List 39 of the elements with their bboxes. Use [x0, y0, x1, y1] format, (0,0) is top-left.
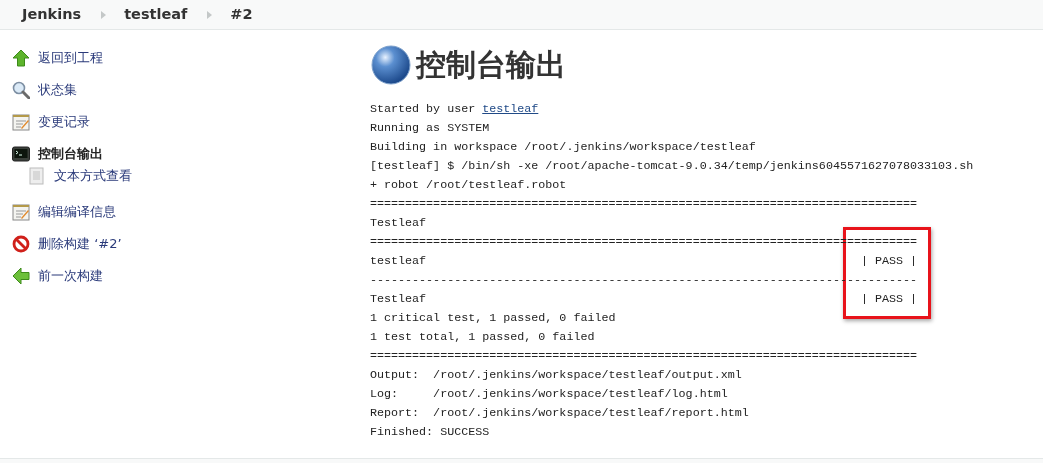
- up-arrow-icon: [12, 49, 30, 67]
- page-title: 控制台输出: [416, 47, 566, 83]
- no-entry-icon: [12, 235, 30, 253]
- console-line: Log: /root/.jenkins/workspace/testleaf/log.html: [370, 386, 729, 403]
- console-line: 1 test total, 1 passed, 0 failed: [370, 329, 596, 346]
- console-line: Running as SYSTEM: [370, 120, 491, 137]
- sidebar-item[interactable]: 状态集: [12, 74, 355, 106]
- console-line: ==============================================================================: [370, 348, 919, 365]
- console-line: Testleaf | PASS |: [370, 291, 919, 308]
- sidebar-item[interactable]: 前一次构建: [12, 260, 355, 292]
- notepad-icon: [12, 203, 30, 221]
- separator-icon: [207, 10, 213, 19]
- document-icon: [28, 167, 46, 185]
- notepad-icon: [12, 113, 30, 131]
- console-line: [testleaf] $ /bin/sh -xe /root/apache-tomcat-9.0.34/temp/jenkins6045571627078033103.sh: [370, 158, 975, 175]
- console-line: ------------------------------------------------------------------------------: [370, 272, 919, 289]
- console-line: 1 critical test, 1 passed, 0 failed: [370, 310, 617, 327]
- console-line: + robot /root/testleaf.robot: [370, 177, 568, 194]
- sidebar-item[interactable]: 编辑编译信息: [12, 196, 355, 228]
- console-line: Building in workspace /root/.jenkins/workspace/testleaf: [370, 139, 757, 156]
- console-line: ==============================================================================: [370, 196, 919, 213]
- breadcrumb-link[interactable]: #2: [230, 3, 253, 26]
- separator-icon: [101, 10, 107, 19]
- console-line: Testleaf: [370, 215, 428, 232]
- breadcrumb-link[interactable]: testleaf: [124, 3, 188, 26]
- console-line: Started by user: [370, 102, 477, 116]
- search-icon: [12, 81, 30, 99]
- console-line: Report: /root/.jenkins/workspace/testleaf/report.html: [370, 405, 750, 422]
- console-line: testleaf | PASS |: [370, 253, 919, 270]
- console-line: Output: /root/.jenkins/workspace/testleaf/output.xml: [370, 367, 743, 384]
- left-arrow-icon: [12, 267, 30, 285]
- sidebar-item[interactable]: 返回到工程: [12, 42, 355, 74]
- user-link[interactable]: testleaf: [482, 102, 539, 116]
- globe-icon: [370, 44, 412, 86]
- terminal-icon: [12, 145, 30, 163]
- sidebar-item[interactable]: 删除构建 ‘#2’: [12, 228, 355, 260]
- breadcrumb-link[interactable]: Jenkins: [22, 3, 82, 26]
- sidebar-item[interactable]: 变更记录: [12, 106, 355, 138]
- console-line: Finished: SUCCESS: [370, 424, 491, 441]
